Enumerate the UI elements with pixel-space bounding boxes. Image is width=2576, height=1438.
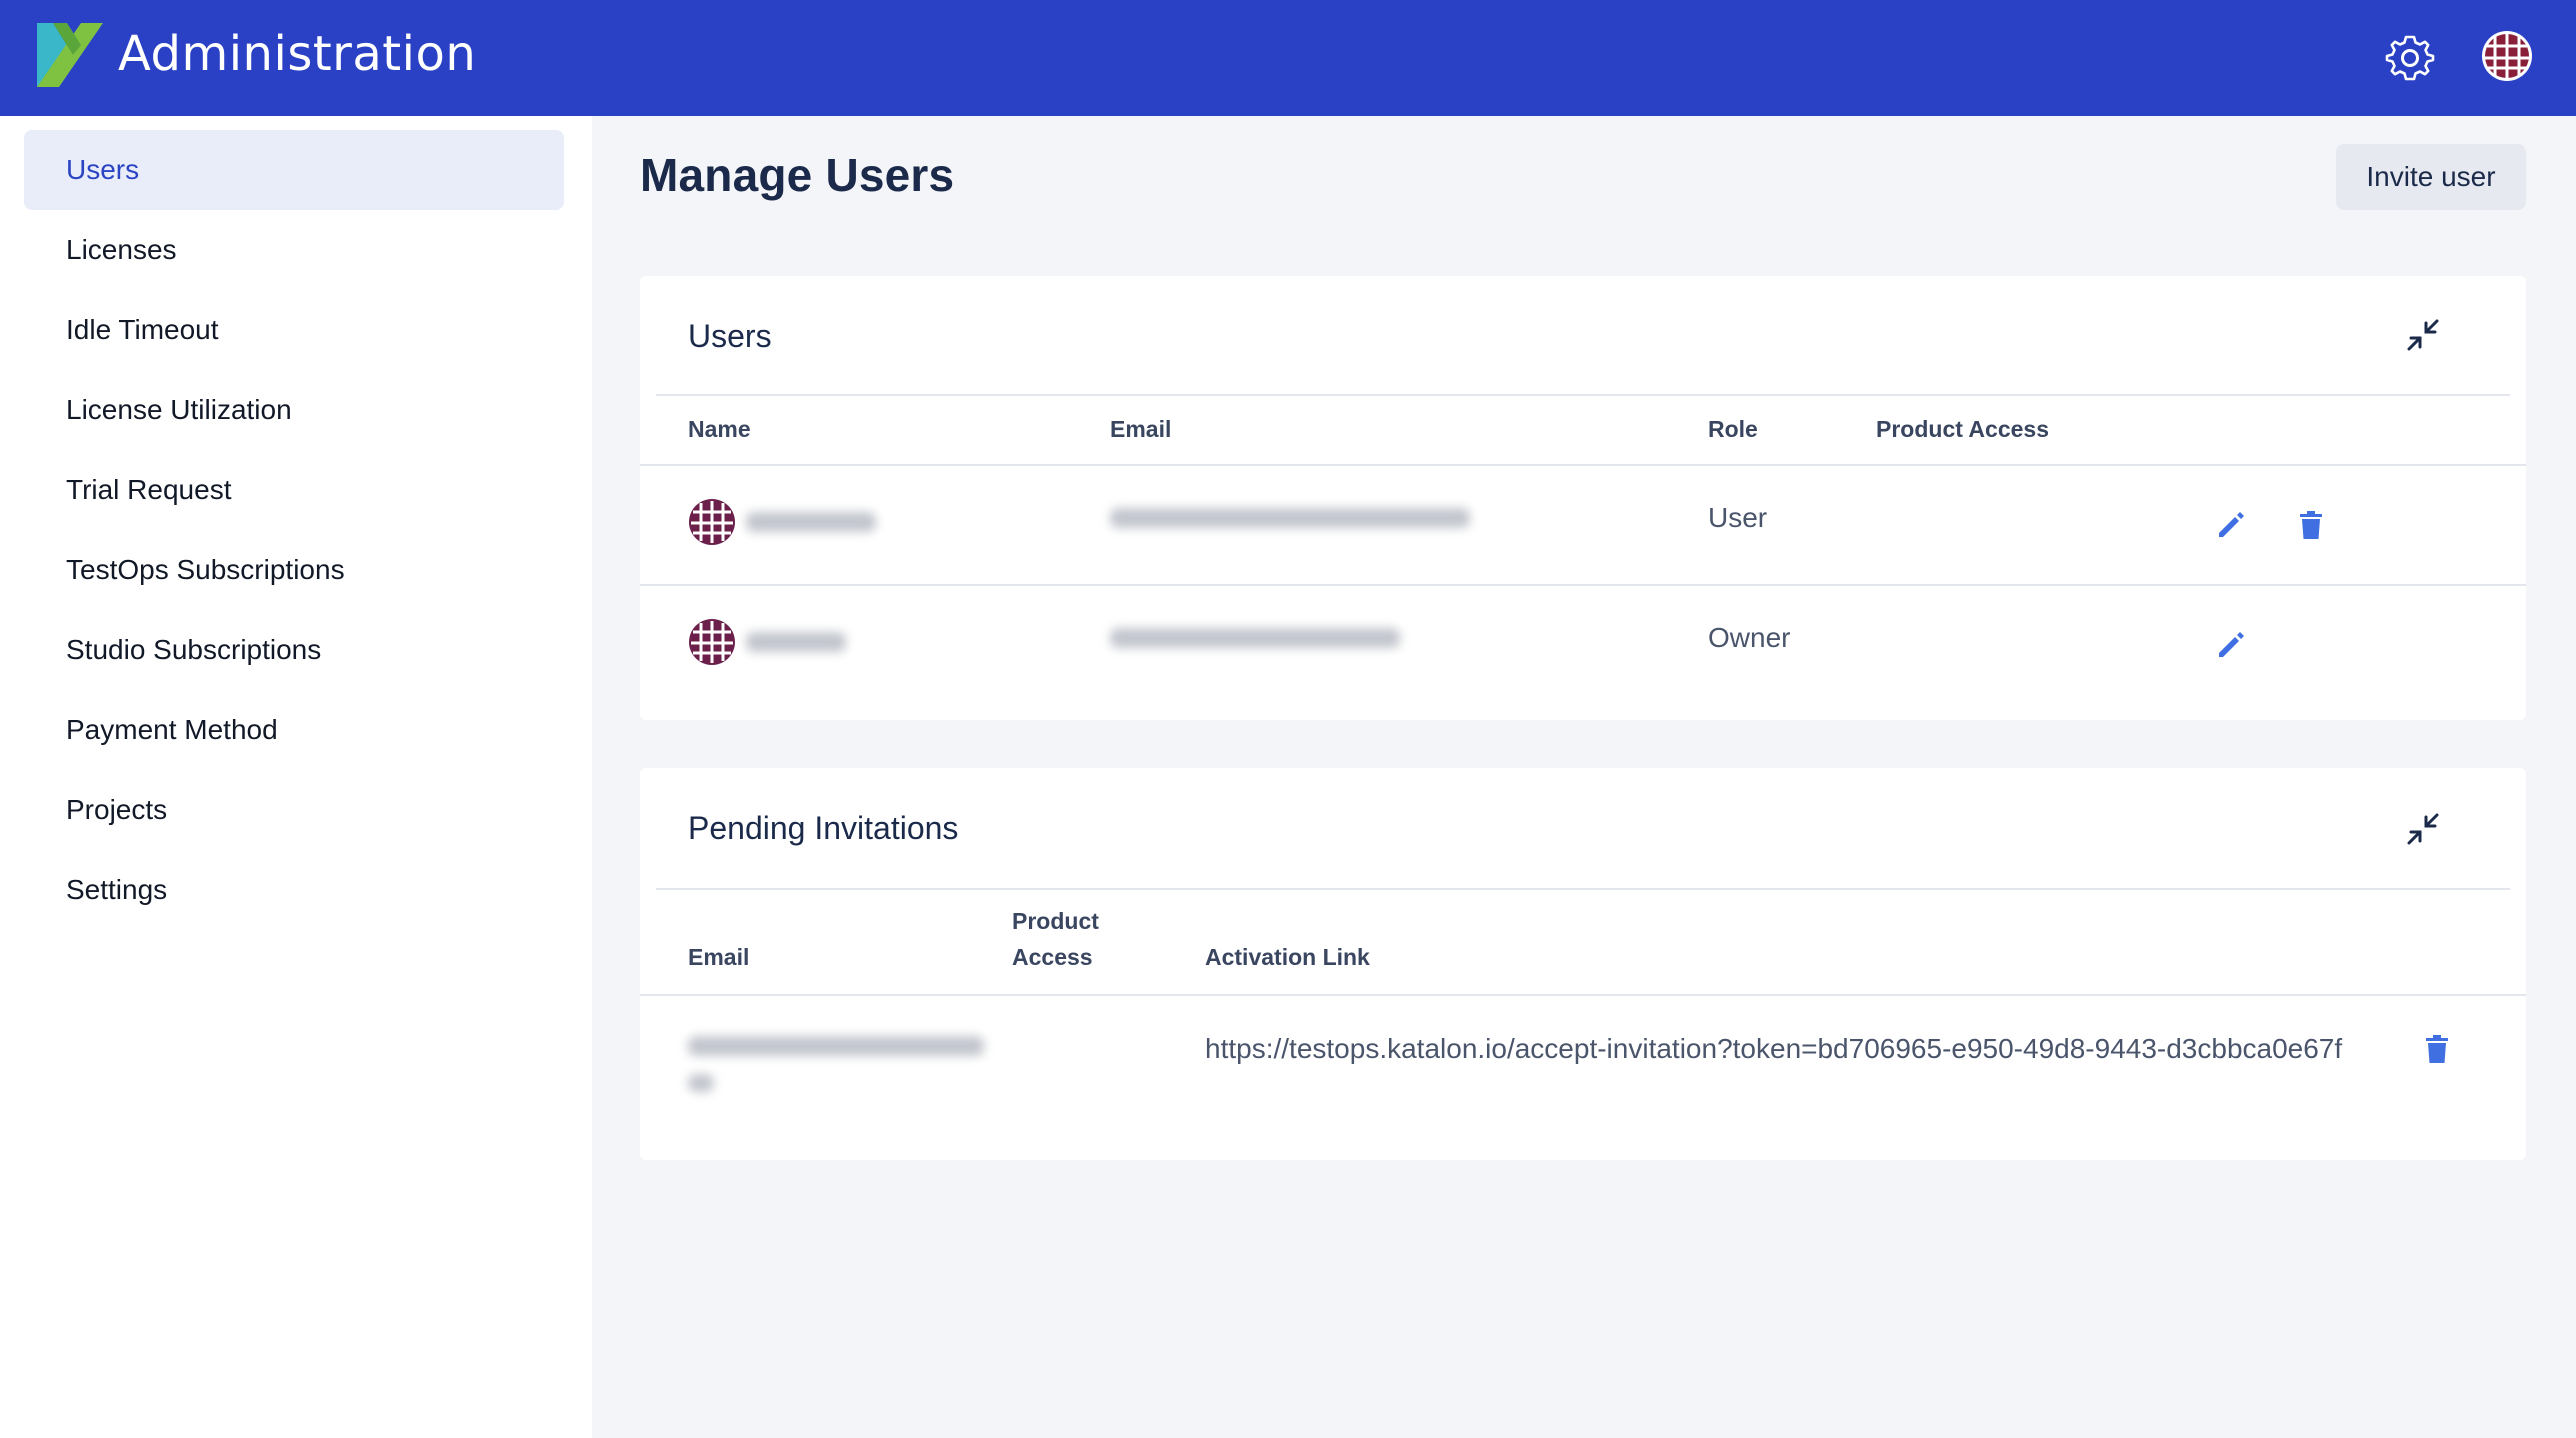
avatar-icon bbox=[689, 619, 735, 665]
sidebar-item-testops-subscriptions[interactable]: TestOps Subscriptions bbox=[24, 530, 564, 610]
users-card-title: Users bbox=[688, 318, 772, 354]
column-header-product-access: Product Access bbox=[1876, 416, 2049, 442]
column-header-product-access-line1: Product bbox=[1012, 908, 1099, 934]
column-header-email: Email bbox=[1110, 416, 1172, 442]
sidebar-item-studio-subscriptions[interactable]: Studio Subscriptions bbox=[24, 610, 564, 690]
divider bbox=[656, 888, 2510, 890]
app-title: Administration bbox=[118, 26, 477, 82]
activation-link[interactable]: https://testops.katalon.io/accept-invita… bbox=[1205, 1028, 2375, 1070]
page-title: Manage Users bbox=[640, 149, 955, 201]
divider bbox=[640, 994, 2526, 996]
redacted-name bbox=[746, 632, 846, 652]
column-header-role: Role bbox=[1708, 416, 1758, 442]
role-cell: Owner bbox=[1708, 622, 1791, 653]
column-header-activation-link: Activation Link bbox=[1205, 944, 1370, 970]
column-header-email: Email bbox=[688, 944, 750, 970]
redacted-email bbox=[688, 1074, 714, 1092]
sidebar-item-payment-method[interactable]: Payment Method bbox=[24, 690, 564, 770]
top-bar: Administration bbox=[0, 0, 2576, 116]
pending-card-title: Pending Invitations bbox=[688, 810, 959, 846]
column-header-name: Name bbox=[688, 416, 751, 442]
sidebar-item-license-utilization[interactable]: License Utilization bbox=[24, 370, 564, 450]
trash-icon[interactable] bbox=[2294, 508, 2328, 542]
divider bbox=[640, 464, 2526, 466]
sidebar-item-licenses[interactable]: Licenses bbox=[24, 210, 564, 290]
edit-icon[interactable] bbox=[2214, 508, 2248, 542]
pending-invitations-card: Pending Invitations Email Product Access… bbox=[640, 768, 2526, 1160]
sidebar: Users Licenses Idle Timeout License Util… bbox=[0, 116, 592, 1438]
divider bbox=[640, 584, 2526, 586]
redacted-name bbox=[746, 512, 876, 532]
trash-icon[interactable] bbox=[2420, 1032, 2454, 1066]
sidebar-item-settings[interactable]: Settings bbox=[24, 850, 564, 930]
edit-icon[interactable] bbox=[2214, 628, 2248, 662]
sidebar-item-idle-timeout[interactable]: Idle Timeout bbox=[24, 290, 564, 370]
redacted-email bbox=[1110, 628, 1400, 648]
collapse-icon[interactable] bbox=[2406, 318, 2440, 352]
users-card: Users Name Email Role Product Access Use… bbox=[640, 276, 2526, 720]
divider bbox=[656, 394, 2510, 396]
sidebar-item-users[interactable]: Users bbox=[24, 130, 564, 210]
gear-icon[interactable] bbox=[2385, 33, 2435, 83]
redacted-email bbox=[1110, 508, 1470, 528]
invite-user-button[interactable]: Invite user bbox=[2336, 144, 2526, 210]
avatar-icon[interactable] bbox=[2481, 30, 2533, 82]
role-cell: User bbox=[1708, 502, 1768, 533]
column-header-product-access-line2: Access bbox=[1012, 944, 1093, 970]
avatar-icon bbox=[689, 499, 735, 545]
sidebar-item-trial-request[interactable]: Trial Request bbox=[24, 450, 564, 530]
collapse-icon[interactable] bbox=[2406, 812, 2440, 846]
sidebar-item-projects[interactable]: Projects bbox=[24, 770, 564, 850]
redacted-email bbox=[688, 1036, 984, 1056]
katalon-logo-icon bbox=[37, 23, 103, 87]
